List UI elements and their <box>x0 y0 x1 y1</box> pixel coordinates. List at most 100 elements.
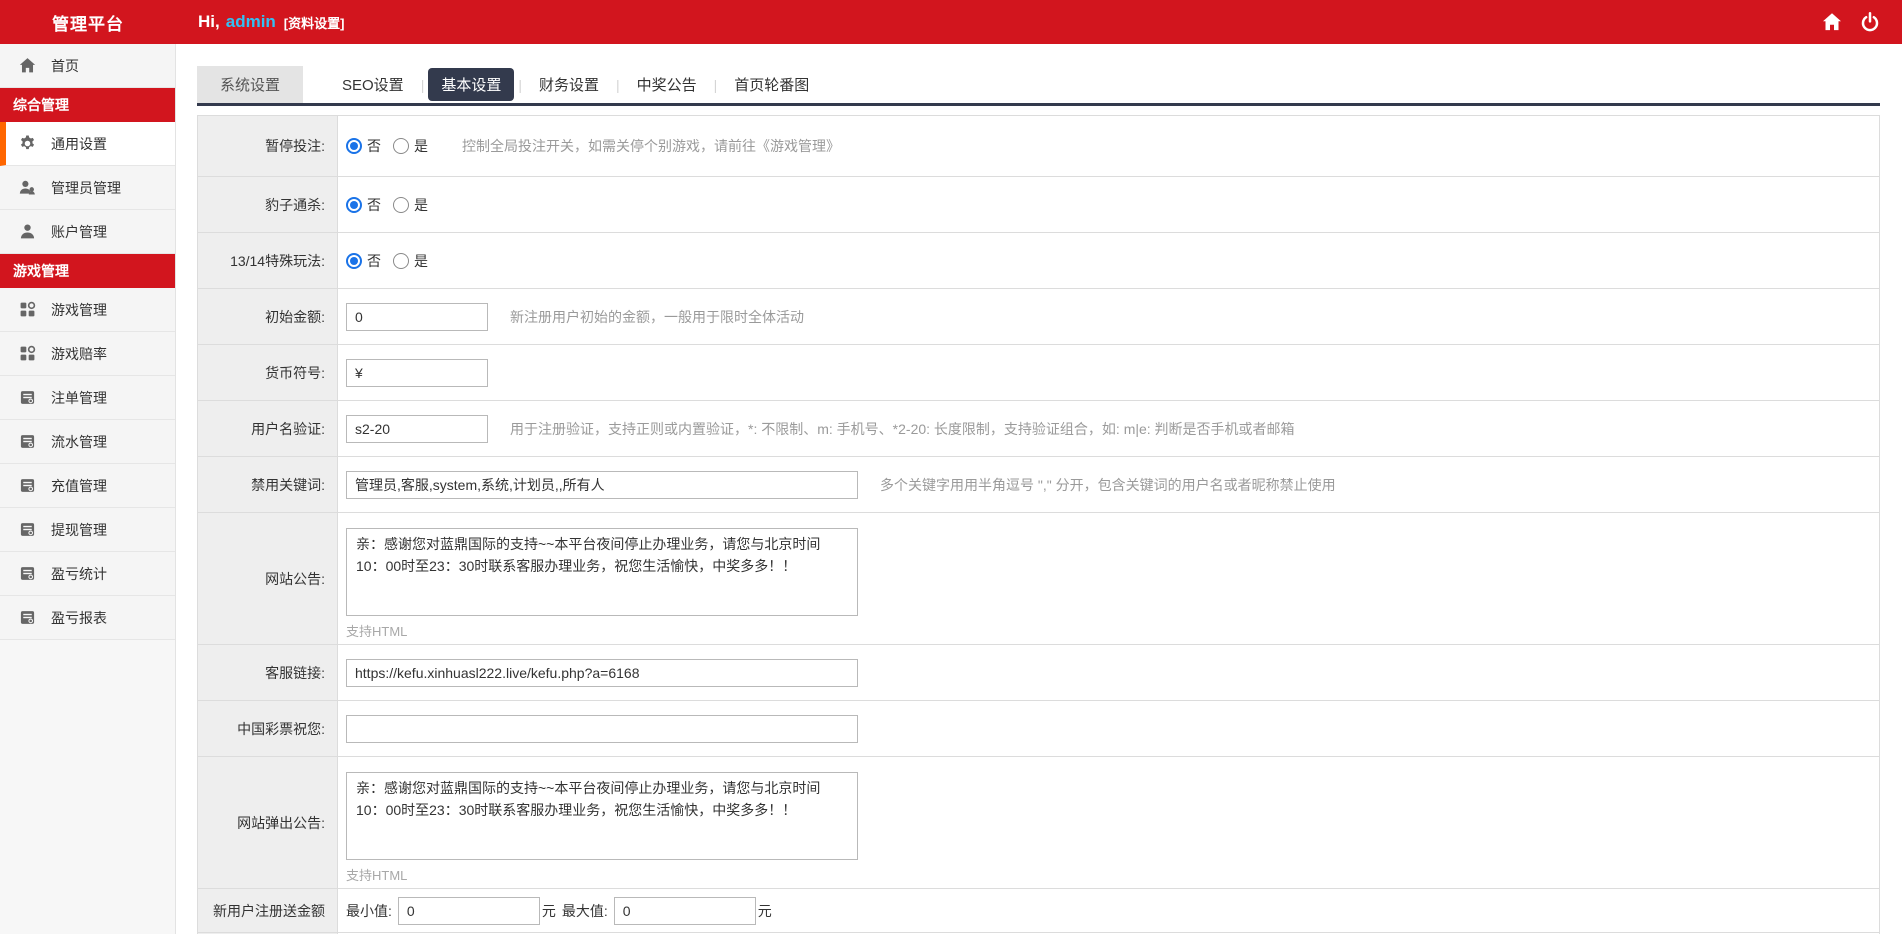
sidebar-item-12[interactable]: 盈亏统计 <box>0 552 175 596</box>
form-row-label: 网站公告: <box>198 513 338 644</box>
gear-icon <box>19 135 36 152</box>
doc-icon <box>19 521 36 538</box>
radio-label: 是 <box>414 136 428 156</box>
form-row-3: 初始金额:新注册用户初始的金额，一般用于限时全体活动 <box>198 289 1879 345</box>
field-hint: 新注册用户初始的金额，一般用于限时全体活动 <box>510 307 804 327</box>
field-hint: 用于注册验证，支持正则或内置验证，*: 不限制、m: 手机号、*2-20: 长度… <box>510 419 1295 439</box>
username: admin <box>226 12 276 32</box>
sidebar-item-10[interactable]: 充值管理 <box>0 464 175 508</box>
max-value-input[interactable] <box>614 897 756 925</box>
sidebar-item-label: 游戏赔率 <box>51 344 107 364</box>
radio-label: 否 <box>367 251 381 271</box>
form-row-label: 新用户注册送金额 <box>198 889 338 932</box>
radio-否-selected[interactable] <box>346 197 362 213</box>
sidebar-item-label: 通用设置 <box>51 134 107 154</box>
form-row-label: 豹子通杀: <box>198 177 338 232</box>
textarea-note: 支持HTML <box>346 621 407 640</box>
form-row-11: 新用户注册送金额最小值:元 最大值:元 <box>198 889 1879 933</box>
tab-separator: | <box>518 77 522 93</box>
form-row-label: 网站弹出公告: <box>198 757 338 888</box>
doc-icon <box>19 389 36 406</box>
sidebar-item-7[interactable]: 游戏赔率 <box>0 332 175 376</box>
sidebar-section-label: 游戏管理 <box>13 261 69 281</box>
text-input-5[interactable] <box>346 415 488 443</box>
radio-是[interactable] <box>393 138 409 154</box>
form-row-content: 多个关键字用用半角逗号 "," 分开，包含关键词的用户名或者昵称禁止使用 <box>338 457 1879 512</box>
form-row-label: 中国彩票祝您: <box>198 701 338 756</box>
radio-是[interactable] <box>393 197 409 213</box>
text-input-3[interactable] <box>346 303 488 331</box>
sidebar-item-3[interactable]: 管理员管理 <box>0 166 175 210</box>
form-row-content: 支持HTML <box>338 757 1879 888</box>
profile-settings-link[interactable]: [资料设置] <box>284 13 345 32</box>
radio-label: 是 <box>414 195 428 215</box>
radio-否-selected[interactable] <box>346 253 362 269</box>
power-icon[interactable] <box>1860 12 1880 32</box>
min-value-input[interactable] <box>398 897 540 925</box>
sidebar-section-label: 综合管理 <box>13 95 69 115</box>
tab-separator: | <box>616 77 620 93</box>
sidebar-item-label: 首页 <box>51 56 79 76</box>
sidebar-item-11[interactable]: 提现管理 <box>0 508 175 552</box>
sidebar-item-label: 注单管理 <box>51 388 107 408</box>
tab-3[interactable]: 中奖公告 <box>624 68 710 101</box>
home-icon <box>19 57 36 74</box>
text-input-6[interactable] <box>346 471 858 499</box>
form-row-label: 货币符号: <box>198 345 338 400</box>
max-label: 最大值: <box>562 901 608 921</box>
sidebar-item-9[interactable]: 流水管理 <box>0 420 175 464</box>
form-row-label: 用户名验证: <box>198 401 338 456</box>
sidebar-item-label: 管理员管理 <box>51 178 121 198</box>
sidebar-item-label: 流水管理 <box>51 432 107 452</box>
radio-label: 否 <box>367 136 381 156</box>
sidebar-item-label: 盈亏统计 <box>51 564 107 584</box>
sidebar-item-2[interactable]: 通用设置 <box>0 122 175 166</box>
main-content: 系统设置 SEO设置|基本设置|财务设置|中奖公告|首页轮番图 暂停投注:否是控… <box>176 44 1902 934</box>
doc-icon <box>19 609 36 626</box>
textarea-input-10[interactable] <box>346 772 858 860</box>
textarea-input-7[interactable] <box>346 528 858 616</box>
tab-separator: | <box>714 77 718 93</box>
sidebar-item-8[interactable]: 注单管理 <box>0 376 175 420</box>
form-row-content: 用于注册验证，支持正则或内置验证，*: 不限制、m: 手机号、*2-20: 长度… <box>338 401 1879 456</box>
tab-2[interactable]: 财务设置 <box>526 68 612 101</box>
form-row-content <box>338 701 1879 756</box>
tab-group-title: 系统设置 <box>197 66 303 103</box>
tab-0[interactable]: SEO设置 <box>329 68 417 101</box>
tabs-list: SEO设置|基本设置|财务设置|中奖公告|首页轮番图 <box>329 66 822 103</box>
form-row-content <box>338 645 1879 700</box>
greeting-prefix: Hi, <box>198 12 220 32</box>
topbar-actions <box>1822 12 1902 32</box>
form-row-10: 网站弹出公告:支持HTML <box>198 757 1879 889</box>
sidebar-item-13[interactable]: 盈亏报表 <box>0 596 175 640</box>
grid-icon <box>19 345 36 362</box>
text-input-8[interactable] <box>346 659 858 687</box>
radio-label: 是 <box>414 251 428 271</box>
form-row-0: 暂停投注: 否 是 控制全局投注开关，如需关停个别游戏，请前往《游戏管理》 <box>198 116 1879 177</box>
radio-否-selected[interactable] <box>346 138 362 154</box>
sidebar-item-0[interactable]: 首页 <box>0 44 175 88</box>
form-row-label: 13/14特殊玩法: <box>198 233 338 288</box>
doc-icon <box>19 433 36 450</box>
form-row-content <box>338 345 1879 400</box>
form-row-label: 暂停投注: <box>198 116 338 176</box>
sidebar-item-6[interactable]: 游戏管理 <box>0 288 175 332</box>
text-input-4[interactable] <box>346 359 488 387</box>
grid-icon <box>19 301 36 318</box>
field-hint: 多个关键字用用半角逗号 "," 分开，包含关键词的用户名或者昵称禁止使用 <box>880 475 1336 495</box>
home-icon[interactable] <box>1822 12 1842 32</box>
tab-4[interactable]: 首页轮番图 <box>721 68 822 101</box>
sidebar-item-label: 充值管理 <box>51 476 107 496</box>
form-row-5: 用户名验证: 用于注册验证，支持正则或内置验证，*: 不限制、m: 手机号、*2-… <box>198 401 1879 457</box>
text-input-9[interactable] <box>346 715 858 743</box>
sidebar-nav: 首页综合管理通用设置管理员管理账户管理游戏管理游戏管理游戏赔率注单管理流水管理充… <box>0 44 176 934</box>
form-row-1: 豹子通杀:否是 <box>198 177 1879 233</box>
tab-1[interactable]: 基本设置 <box>428 68 514 101</box>
radio-是[interactable] <box>393 253 409 269</box>
user-icon <box>19 223 36 240</box>
form-row-content: 新注册用户初始的金额，一般用于限时全体活动 <box>338 289 1879 344</box>
sidebar-item-4[interactable]: 账户管理 <box>0 210 175 254</box>
field-hint: 控制全局投注开关，如需关停个别游戏，请前往《游戏管理》 <box>462 136 840 156</box>
sidebar-section-1: 综合管理 <box>0 88 175 122</box>
form-row-content: 否是 <box>338 233 1879 288</box>
